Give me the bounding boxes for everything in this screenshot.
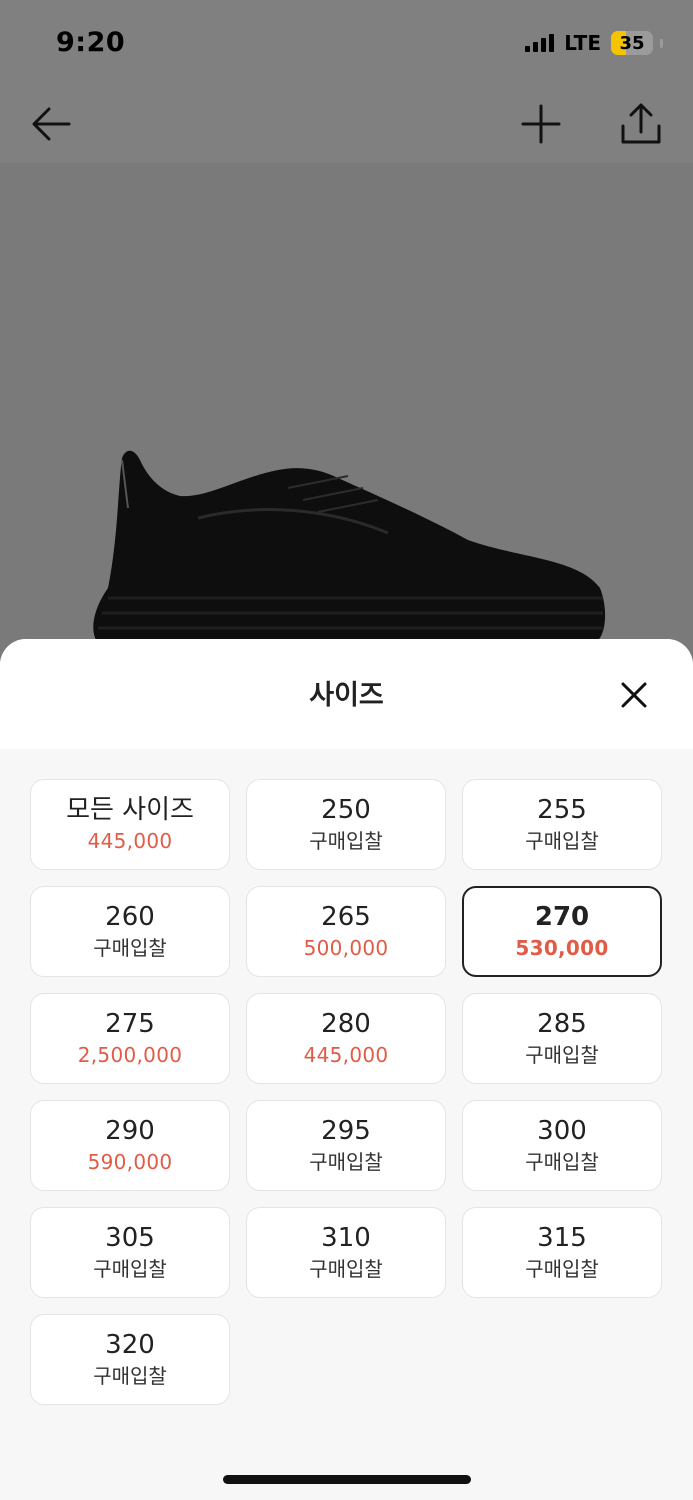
size-price: 530,000 xyxy=(515,936,609,960)
size-bid-label: 구매입찰 xyxy=(309,829,383,853)
signal-icon xyxy=(525,34,555,52)
size-option[interactable]: 285 구매입찰 xyxy=(462,993,662,1084)
product-image-area xyxy=(0,163,693,683)
size-bid-label: 구매입찰 xyxy=(525,1150,599,1174)
size-option[interactable]: 260 구매입찰 xyxy=(30,886,230,977)
size-label: 260 xyxy=(105,902,155,932)
size-option[interactable]: 250 구매입찰 xyxy=(246,779,446,870)
plus-icon xyxy=(521,104,561,144)
size-price: 445,000 xyxy=(303,1043,389,1067)
size-bid-label: 구매입찰 xyxy=(525,1257,599,1281)
arrow-left-icon xyxy=(32,107,71,141)
network-label: LTE xyxy=(564,31,601,55)
size-label: 265 xyxy=(321,902,371,932)
size-option[interactable]: 255 구매입찰 xyxy=(462,779,662,870)
size-bid-label: 구매입찰 xyxy=(525,829,599,853)
battery-icon: 35 xyxy=(611,31,653,55)
size-bottom-sheet: 사이즈 모든 사이즈 445,000 250 구매입찰 255 구매입찰 260 구매입찰 26… xyxy=(0,639,693,1500)
status-indicators: LTE 35 xyxy=(525,30,663,56)
size-option[interactable]: 300 구매입찰 xyxy=(462,1100,662,1191)
share-icon xyxy=(621,103,661,144)
size-option[interactable]: 275 2,500,000 xyxy=(30,993,230,1084)
sheet-title: 사이즈 xyxy=(309,680,384,711)
size-bid-label: 구매입찰 xyxy=(525,1043,599,1067)
status-time: 9:20 xyxy=(56,27,126,58)
size-label: 315 xyxy=(537,1223,587,1253)
size-bid-label: 구매입찰 xyxy=(93,1364,167,1388)
size-label: 270 xyxy=(534,902,590,932)
size-label: 모든 사이즈 xyxy=(66,795,194,825)
product-shoe-image xyxy=(93,450,606,640)
back-button[interactable] xyxy=(26,99,76,149)
size-label: 290 xyxy=(105,1116,155,1146)
size-grid: 모든 사이즈 445,000 250 구매입찰 255 구매입찰 260 구매입찰 265 500… xyxy=(30,779,662,1405)
battery-level: 35 xyxy=(619,32,645,54)
sheet-header: 사이즈 xyxy=(0,639,693,749)
size-option-selected[interactable]: 270 530,000 xyxy=(462,886,662,977)
size-bid-label: 구매입찰 xyxy=(309,1150,383,1174)
size-bid-label: 구매입찰 xyxy=(93,936,167,960)
size-label: 300 xyxy=(537,1116,587,1146)
add-button[interactable] xyxy=(516,99,566,149)
size-label: 295 xyxy=(321,1116,371,1146)
size-option[interactable]: 280 445,000 xyxy=(246,993,446,1084)
size-price: 2,500,000 xyxy=(77,1043,183,1067)
close-button[interactable] xyxy=(614,675,654,715)
size-option[interactable]: 310 구매입찰 xyxy=(246,1207,446,1298)
size-bid-label: 구매입찰 xyxy=(93,1257,167,1281)
size-bid-label: 구매입찰 xyxy=(309,1257,383,1281)
size-price: 445,000 xyxy=(87,829,173,853)
size-option[interactable]: 265 500,000 xyxy=(246,886,446,977)
size-option[interactable]: 295 구매입찰 xyxy=(246,1100,446,1191)
size-label: 255 xyxy=(537,795,587,825)
size-label: 310 xyxy=(321,1223,371,1253)
size-option[interactable]: 290 590,000 xyxy=(30,1100,230,1191)
size-label: 280 xyxy=(321,1009,371,1039)
size-label: 320 xyxy=(105,1330,155,1360)
home-indicator xyxy=(223,1475,471,1484)
top-nav xyxy=(0,85,693,163)
size-option[interactable]: 305 구매입찰 xyxy=(30,1207,230,1298)
size-option[interactable]: 320 구매입찰 xyxy=(30,1314,230,1405)
size-label: 285 xyxy=(537,1009,587,1039)
size-option[interactable]: 모든 사이즈 445,000 xyxy=(30,779,230,870)
share-button[interactable] xyxy=(616,99,666,149)
status-bar: 9:20 LTE 35 xyxy=(0,0,693,85)
close-icon xyxy=(621,682,647,708)
size-label: 305 xyxy=(105,1223,155,1253)
size-price: 500,000 xyxy=(303,936,389,960)
size-label: 275 xyxy=(105,1009,155,1039)
size-label: 250 xyxy=(321,795,371,825)
size-price: 590,000 xyxy=(87,1150,173,1174)
size-option[interactable]: 315 구매입찰 xyxy=(462,1207,662,1298)
